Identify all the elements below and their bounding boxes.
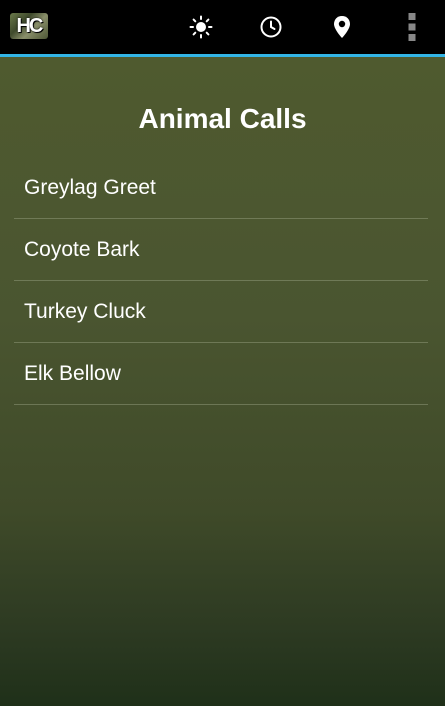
page-title: Animal Calls xyxy=(138,103,307,134)
location-pin-icon[interactable] xyxy=(329,14,355,40)
main-content: Animal Calls Greylag Greet Coyote Bark T… xyxy=(0,57,445,706)
animal-calls-list: Greylag Greet Coyote Bark Turkey Cluck E… xyxy=(14,157,428,405)
list-item-elk-bellow[interactable]: Elk Bellow xyxy=(14,343,428,405)
list-item-coyote-bark[interactable]: Coyote Bark xyxy=(14,219,428,281)
brightness-icon[interactable] xyxy=(188,14,214,40)
list-item-label: Turkey Cluck xyxy=(24,299,146,323)
overflow-menu-icon[interactable] xyxy=(399,13,425,41)
list-item-turkey-cluck[interactable]: Turkey Cluck xyxy=(14,281,428,343)
app-logo[interactable]: HC xyxy=(10,13,48,39)
list-item-label: Coyote Bark xyxy=(24,237,140,261)
action-bar: HC xyxy=(0,0,445,57)
list-item-greylag-greet[interactable]: Greylag Greet xyxy=(14,157,428,219)
list-item-label: Greylag Greet xyxy=(24,175,156,199)
list-item-label: Elk Bellow xyxy=(24,361,121,385)
clock-icon[interactable] xyxy=(258,14,284,40)
